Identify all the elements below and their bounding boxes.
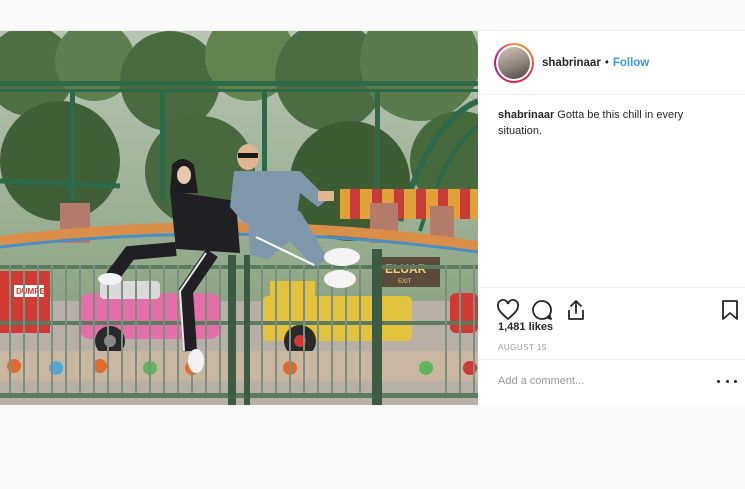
more-dot [734, 379, 737, 383]
follow-button[interactable]: Follow [613, 57, 649, 69]
more-icon[interactable] [717, 374, 737, 388]
comment-input[interactable]: Add a comment... [498, 375, 584, 387]
heart-icon[interactable] [496, 298, 520, 322]
post-sidebar: shabrinaar • Follow shabrinaar Gotta be … [478, 31, 745, 405]
separator-dot: • [604, 56, 609, 69]
exit-sign-subtext: EXIT [398, 279, 412, 285]
more-dot [717, 379, 720, 383]
post-header: shabrinaar • Follow [478, 31, 745, 95]
avatar[interactable] [498, 46, 530, 79]
bookmark-icon[interactable] [718, 298, 742, 322]
comment-bar: Add a comment... [478, 359, 745, 405]
caption: shabrinaar Gotta be this chill in every … [498, 107, 730, 139]
share-icon[interactable] [564, 298, 588, 322]
instagram-post: DUMPER ELUAR EXIT [0, 30, 745, 405]
story-ring[interactable] [494, 42, 534, 83]
avatar-frame [496, 44, 532, 81]
truck-label: DUMPER [16, 287, 51, 296]
post-photo[interactable]: DUMPER ELUAR EXIT [0, 31, 478, 405]
caption-username[interactable]: shabrinaar [498, 109, 554, 121]
like-count[interactable]: 1,481 likes [498, 321, 553, 333]
post-date[interactable]: AUGUST 15 [498, 343, 547, 352]
username-link[interactable]: shabrinaar [542, 57, 601, 69]
more-dot [725, 379, 729, 383]
comment-icon[interactable] [530, 298, 554, 322]
